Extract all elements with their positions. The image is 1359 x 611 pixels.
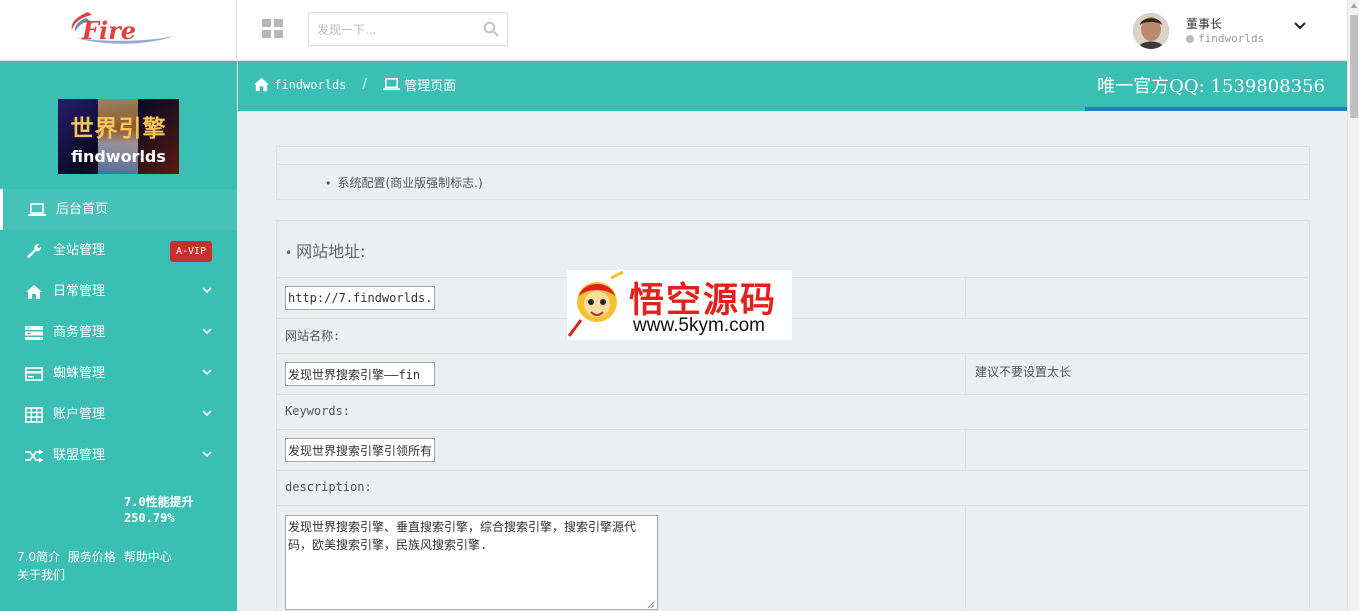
brand-logo[interactable]: Fire [0, 0, 237, 61]
site-url-input[interactable] [285, 286, 435, 310]
divider [277, 353, 1309, 354]
laptop-icon [383, 78, 400, 91]
site-name-hint: 建议不要设置太长 [975, 365, 1072, 379]
divider [277, 277, 1309, 278]
breadcrumb-separator: / [362, 77, 367, 92]
link-pricing[interactable]: 服务价格 [68, 550, 116, 564]
chevron-down-icon [202, 287, 212, 294]
sidebar-logo-cn: 世界引擎 [70, 116, 167, 142]
divider [965, 277, 966, 318]
sidebar-logo: 世界引擎 findworlds [58, 99, 179, 174]
site-name-input[interactable] [285, 362, 435, 386]
notice-item: 系统配置(商业版强制标志.) [325, 174, 483, 191]
sidebar-item-account[interactable]: 账户管理 [0, 394, 237, 435]
chevron-down-icon[interactable] [1294, 22, 1306, 30]
logo-text: Fire [81, 16, 136, 45]
content-header: findworlds / 管理页面 唯一官方QQ: 1539808356 [238, 61, 1347, 111]
notice-panel: 系统配置(商业版强制标志.) [276, 146, 1310, 200]
chevron-down-icon [202, 451, 212, 458]
user-menu[interactable]: 董事长 findworlds [1133, 13, 1313, 49]
sidebar-item-label: 商务管理 [53, 325, 106, 340]
scroll-up-arrow-icon[interactable] [1351, 3, 1357, 8]
divider [277, 470, 1309, 471]
vip-badge[interactable]: A-VIP [170, 241, 213, 262]
site-name-label: 网站名称: [285, 329, 341, 343]
divider [277, 394, 1309, 395]
sidebar-footer-links: 7.0简介 服务价格 帮助中心 关于我们 [17, 548, 217, 584]
resize-grip-icon[interactable] [647, 601, 655, 609]
breadcrumb-current: 管理页面 [404, 79, 457, 94]
sidebar-item-label: 后台首页 [56, 202, 109, 217]
sidebar-nav: 后台首页 全站管理 A-VIP 日常管理 商务管理 蜘蛛管理 账户管理 联盟管理 [0, 189, 237, 476]
link-about[interactable]: 关于我们 [17, 568, 65, 582]
card-icon [25, 367, 43, 381]
chevron-down-icon [202, 328, 212, 335]
sidebar-item-label: 蜘蛛管理 [53, 366, 106, 381]
watermark: 悟空源码 www.5kym.com [567, 270, 792, 340]
sidebar-item-label: 日常管理 [53, 284, 106, 299]
keywords-input[interactable] [285, 438, 435, 462]
performance-note: 7.0性能提升 250.79% [124, 494, 194, 526]
page-scrollbar[interactable] [1347, 0, 1359, 611]
fire-logo-icon: Fire [71, 12, 174, 45]
perf-line-1: 7.0性能提升 [124, 495, 194, 509]
status-dot-icon [1186, 35, 1194, 43]
sidebar-item-daily[interactable]: 日常管理 [0, 271, 237, 312]
keywords-label: Keywords: [285, 404, 351, 418]
search-input[interactable] [317, 20, 477, 40]
divider [965, 429, 966, 470]
shuffle-icon [25, 449, 43, 463]
user-name: 董事长 [1186, 17, 1223, 31]
link-intro[interactable]: 7.0简介 [17, 550, 60, 564]
top-bar: Fire 董事长 findworlds [0, 0, 1347, 61]
chevron-down-icon [202, 410, 212, 417]
sidebar: 世界引擎 findworlds 后台首页 全站管理 A-VIP 日常管理 商务管… [0, 61, 237, 611]
wrench-icon [27, 243, 42, 259]
sidebar-item-label: 账户管理 [53, 407, 106, 422]
sidebar-item-home[interactable]: 后台首页 [0, 189, 237, 230]
user-status: findworlds [1186, 32, 1264, 45]
divider [277, 429, 1309, 430]
search-box [308, 12, 508, 46]
official-qq: 唯一官方QQ: 1539808356 [1097, 76, 1325, 97]
sidebar-item-label: 联盟管理 [53, 448, 106, 463]
home-icon [254, 77, 269, 92]
monkey-king-icon [567, 270, 624, 337]
laptop-icon [28, 203, 46, 216]
section-title: 网站地址: [285, 238, 365, 262]
divider [277, 505, 1309, 506]
breadcrumb-home[interactable]: findworlds [274, 78, 346, 92]
divider [965, 505, 966, 611]
scrollbar-thumb[interactable] [1350, 15, 1358, 118]
sidebar-logo-en: findworlds [71, 147, 166, 166]
server-icon [25, 326, 43, 340]
sidebar-item-business[interactable]: 商务管理 [0, 312, 237, 353]
settings-form: 网站地址: 网站名称: 建议不要设置太长 Keywords: descripti… [276, 220, 1310, 611]
user-status-text: findworlds [1198, 32, 1265, 45]
divider [277, 318, 1309, 319]
grid-menu-icon[interactable] [262, 19, 284, 39]
sidebar-item-alliance[interactable]: 联盟管理 [0, 435, 237, 476]
home-icon [26, 285, 42, 299]
main-content: 系统配置(商业版强制标志.) 网站地址: 网站名称: 建议不要设置太长 Keyw… [238, 111, 1347, 611]
link-help[interactable]: 帮助中心 [124, 550, 172, 564]
sidebar-item-site[interactable]: 全站管理 A-VIP [0, 230, 237, 271]
description-textarea[interactable]: 发现世界搜索引擎、垂直搜索引擎，综合搜索引擎，搜索引擎源代码，欧美搜索引擎，民族… [285, 515, 658, 610]
perf-line-2: 250.79% [124, 511, 175, 525]
table-icon [25, 407, 43, 423]
avatar[interactable] [1133, 13, 1169, 49]
chevron-down-icon [202, 369, 212, 376]
search-icon[interactable] [483, 21, 499, 37]
breadcrumb: findworlds / 管理页面 [253, 75, 456, 94]
divider [277, 164, 1309, 165]
avatar-image [1133, 13, 1169, 49]
sidebar-item-spider[interactable]: 蜘蛛管理 [0, 353, 237, 394]
description-label: description: [285, 480, 372, 494]
sidebar-item-label: 全站管理 [53, 243, 106, 258]
watermark-url: www.5kym.com [633, 315, 765, 336]
divider [965, 353, 966, 394]
